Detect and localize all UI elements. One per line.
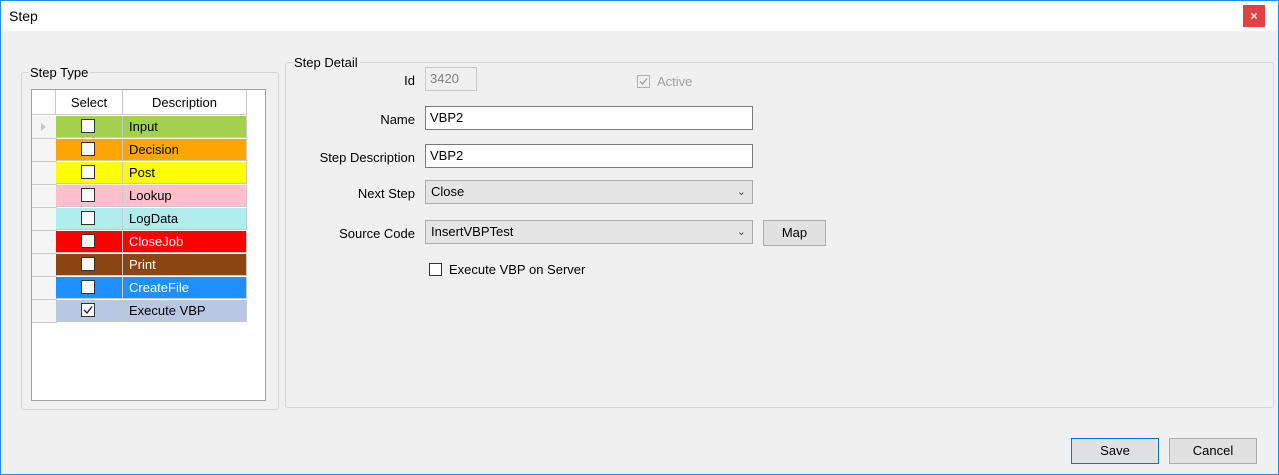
step-type-legend: Step Type (30, 65, 89, 80)
description-cell[interactable]: Post (123, 162, 247, 184)
next-step-value: Close (431, 184, 465, 199)
select-cell[interactable] (56, 208, 123, 230)
row-header[interactable] (32, 254, 57, 277)
select-checkbox[interactable] (81, 142, 95, 156)
select-cell[interactable] (56, 139, 123, 161)
source-code-value: InsertVBPTest (431, 224, 514, 239)
select-cell[interactable] (56, 254, 123, 276)
description-cell[interactable]: Execute VBP (123, 300, 247, 322)
row-header[interactable] (32, 185, 57, 208)
active-label: Active (657, 74, 693, 89)
table-row[interactable]: LogData (32, 208, 247, 231)
row-header[interactable] (32, 277, 57, 300)
next-step-label: Next Step (357, 186, 415, 201)
row-header[interactable] (32, 231, 57, 254)
select-cell[interactable] (56, 300, 123, 322)
select-checkbox[interactable] (81, 211, 95, 225)
select-checkbox[interactable] (81, 119, 95, 133)
table-row[interactable]: CreateFile (32, 277, 247, 300)
table-row[interactable]: Post (32, 162, 247, 185)
name-input[interactable]: VBP2 (425, 106, 753, 130)
select-checkbox[interactable] (81, 188, 95, 202)
row-header[interactable] (32, 300, 57, 323)
select-cell[interactable] (56, 277, 123, 299)
select-cell[interactable] (56, 185, 123, 207)
close-button[interactable]: × (1243, 5, 1265, 27)
step-type-grid[interactable]: Select Description Input Decision Post Look… (31, 89, 266, 401)
row-header-corner (32, 90, 56, 115)
select-cell[interactable] (56, 116, 123, 138)
active-checkbox (637, 75, 650, 88)
chevron-down-icon: ⌄ (736, 226, 746, 238)
description-cell[interactable]: LogData (123, 208, 247, 230)
row-header[interactable] (32, 162, 57, 185)
table-row[interactable]: Print (32, 254, 247, 277)
execute-on-server-checkbox[interactable] (429, 263, 442, 276)
table-row[interactable]: Input (32, 116, 247, 139)
chevron-down-icon: ⌄ (736, 186, 746, 198)
save-button[interactable]: Save (1071, 438, 1159, 464)
cancel-button[interactable]: Cancel (1169, 438, 1257, 464)
row-header[interactable] (32, 139, 57, 162)
table-row[interactable]: CloseJob (32, 231, 247, 254)
next-step-dropdown[interactable]: Close ⌄ (425, 180, 753, 204)
title-bar: Step × (1, 1, 1278, 31)
step-description-label: Step Description (319, 150, 415, 165)
checkmark-icon (639, 78, 648, 85)
select-checkbox[interactable] (81, 234, 95, 248)
map-button[interactable]: Map (763, 220, 826, 246)
id-label: Id (404, 73, 415, 88)
name-label: Name (380, 112, 415, 127)
row-header[interactable] (32, 208, 57, 231)
grid-header: Select Description (32, 90, 247, 116)
source-code-dropdown[interactable]: InsertVBPTest ⌄ (425, 220, 753, 244)
id-field: 3420 (425, 67, 477, 91)
select-cell[interactable] (56, 231, 123, 253)
step-description-input[interactable]: VBP2 (425, 144, 753, 168)
select-checkbox[interactable] (81, 257, 95, 271)
table-row[interactable]: Execute VBP (32, 300, 247, 323)
source-code-label: Source Code (339, 226, 415, 241)
description-cell[interactable]: Print (123, 254, 247, 276)
table-row[interactable]: Lookup (32, 185, 247, 208)
description-cell[interactable]: CloseJob (123, 231, 247, 253)
window-title: Step (9, 8, 38, 24)
description-cell[interactable]: CreateFile (123, 277, 247, 299)
checkmark-icon (83, 306, 93, 315)
select-checkbox[interactable] (81, 165, 95, 179)
step-detail-legend: Step Detail (294, 55, 358, 70)
column-header-select[interactable]: Select (56, 90, 123, 115)
select-cell[interactable] (56, 162, 123, 184)
select-checkbox[interactable] (81, 303, 95, 317)
description-cell[interactable]: Decision (123, 139, 247, 161)
description-cell[interactable]: Input (123, 116, 247, 138)
execute-on-server-label: Execute VBP on Server (449, 262, 586, 277)
row-header[interactable] (32, 116, 57, 139)
description-cell[interactable]: Lookup (123, 185, 247, 207)
step-dialog: Step × Step Type Select Description Inpu… (0, 0, 1279, 475)
select-checkbox[interactable] (81, 280, 95, 294)
current-row-arrow-icon (41, 123, 46, 131)
column-header-description[interactable]: Description (123, 90, 247, 115)
table-row[interactable]: Decision (32, 139, 247, 162)
